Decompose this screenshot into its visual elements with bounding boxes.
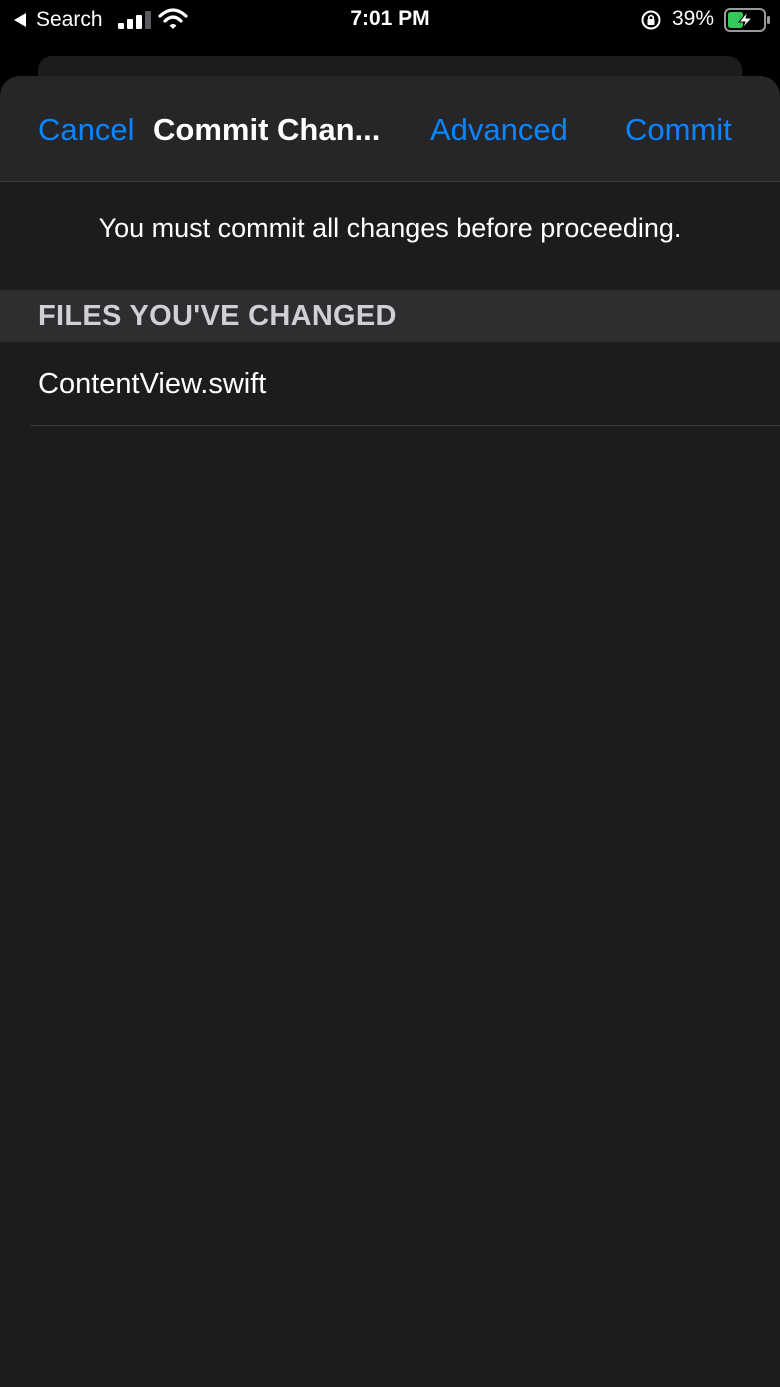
advanced-button[interactable]: Advanced — [430, 112, 568, 148]
commit-sheet: Cancel Commit Chan... Advanced Commit Yo… — [0, 76, 780, 1387]
battery-percent: 39% — [672, 7, 715, 30]
nav-title: Commit Chan... — [153, 112, 381, 147]
row-divider — [30, 425, 780, 426]
section-header: FILES YOU'VE CHANGED — [0, 290, 780, 342]
battery-charging-icon — [724, 8, 770, 32]
orientation-lock-icon — [641, 10, 661, 30]
list-item[interactable]: ContentView.swift — [0, 342, 780, 425]
commit-message: You must commit all changes before proce… — [98, 213, 682, 243]
clock: 7:01 PM — [350, 7, 430, 30]
cancel-button[interactable]: Cancel — [38, 112, 135, 148]
file-name: ContentView.swift — [38, 368, 267, 400]
commit-button[interactable]: Commit — [625, 112, 732, 148]
status-bar: Search 7:01 PM 39% — [0, 0, 780, 44]
nav-bar: Cancel Commit Chan... Advanced Commit — [0, 76, 780, 182]
section-header-label: FILES YOU'VE CHANGED — [38, 300, 397, 332]
